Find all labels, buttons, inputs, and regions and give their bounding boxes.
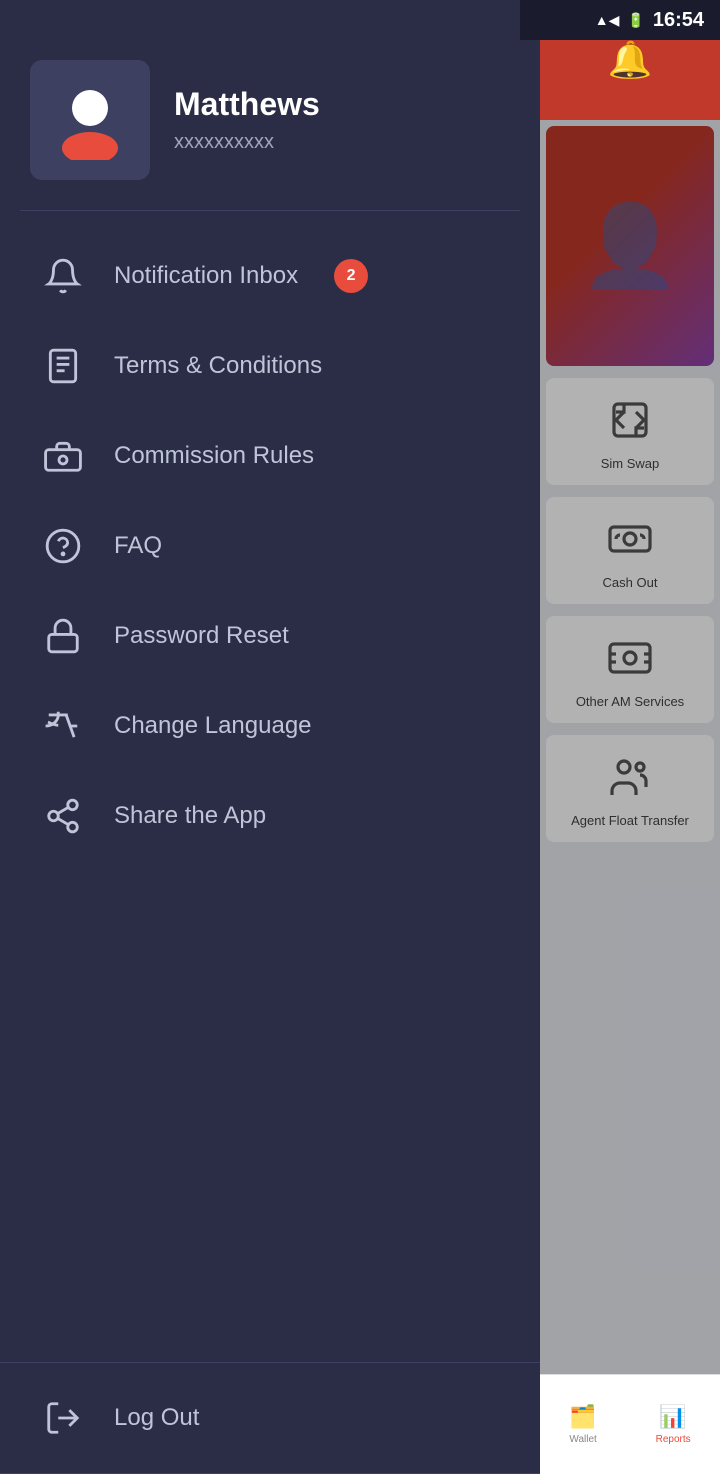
menu-item-commission-rules[interactable]: Commission Rules bbox=[0, 411, 540, 501]
tab-reports[interactable]: 📊 Reports bbox=[656, 1404, 691, 1445]
share-app-label: Share the App bbox=[114, 802, 266, 830]
bell-icon bbox=[40, 253, 86, 299]
reports-tab-label: Reports bbox=[656, 1434, 691, 1445]
password-reset-label: Password Reset bbox=[114, 622, 289, 650]
menu-item-change-language[interactable]: Change Language bbox=[0, 681, 540, 771]
menu-item-notification-inbox[interactable]: Notification Inbox 2 bbox=[0, 231, 540, 321]
profile-header: Matthews xxxxxxxxxx bbox=[0, 0, 540, 210]
profile-name: Matthews bbox=[174, 86, 320, 123]
lock-icon bbox=[40, 613, 86, 659]
notification-inbox-label: Notification Inbox bbox=[114, 262, 298, 290]
menu-item-password-reset[interactable]: Password Reset bbox=[0, 591, 540, 681]
menu-item-terms-conditions[interactable]: Terms & Conditions bbox=[0, 321, 540, 411]
document-icon bbox=[40, 343, 86, 389]
menu-item-logout[interactable]: Log Out bbox=[0, 1373, 540, 1463]
top-bell-icon: 🔔 bbox=[608, 39, 653, 81]
translate-icon bbox=[40, 703, 86, 749]
battery-icon: 🔋 bbox=[627, 12, 644, 29]
status-time: 16:54 bbox=[653, 9, 704, 32]
profile-id: xxxxxxxxxx bbox=[174, 131, 320, 154]
menu-item-share-app[interactable]: Share the App bbox=[0, 771, 540, 861]
tab-wallet[interactable]: 🗂️ Wallet bbox=[569, 1404, 596, 1445]
avatar bbox=[30, 60, 150, 180]
menu-item-faq[interactable]: FAQ bbox=[0, 501, 540, 591]
money-hand-icon bbox=[40, 433, 86, 479]
avatar-icon bbox=[50, 80, 130, 160]
bottom-tab-bar: 🗂️ Wallet 📊 Reports bbox=[540, 1374, 720, 1474]
logout-icon bbox=[40, 1395, 86, 1441]
wallet-tab-label: Wallet bbox=[569, 1434, 596, 1445]
sidebar-drawer: Matthews xxxxxxxxxx Notification Inbox 2… bbox=[0, 0, 540, 1474]
change-language-label: Change Language bbox=[114, 712, 312, 740]
profile-info: Matthews xxxxxxxxxx bbox=[174, 86, 320, 154]
status-bar: ▲◀ 🔋 16:54 bbox=[520, 0, 720, 40]
overlay-dim bbox=[540, 0, 720, 1474]
menu-list: Notification Inbox 2 Terms & Conditions … bbox=[0, 211, 540, 1362]
wallet-tab-icon: 🗂️ bbox=[569, 1404, 596, 1430]
reports-tab-icon: 📊 bbox=[659, 1404, 686, 1430]
signal-icon: ▲◀ bbox=[595, 12, 620, 29]
question-circle-icon bbox=[40, 523, 86, 569]
faq-label: FAQ bbox=[114, 532, 162, 560]
notification-badge: 2 bbox=[334, 259, 368, 293]
logout-label: Log Out bbox=[114, 1404, 199, 1432]
terms-conditions-label: Terms & Conditions bbox=[114, 352, 322, 380]
logout-section: Log Out bbox=[0, 1363, 540, 1473]
commission-rules-label: Commission Rules bbox=[114, 442, 314, 470]
share-icon bbox=[40, 793, 86, 839]
